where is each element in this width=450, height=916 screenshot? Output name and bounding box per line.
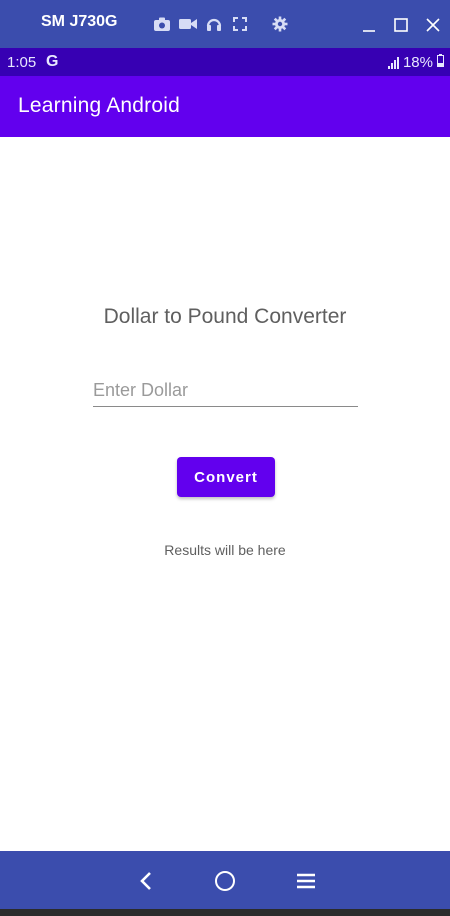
menu-icon[interactable] [293, 868, 319, 894]
google-g-icon: G [46, 53, 59, 70]
page-title: Dollar to Pound Converter [103, 305, 347, 328]
android-status-bar: 1:05 G 18% [0, 48, 450, 76]
status-indicators: 18% [387, 54, 444, 71]
app-title: Learning Android [18, 94, 180, 117]
gear-icon[interactable] [270, 14, 290, 34]
maximize-icon[interactable] [388, 12, 414, 38]
home-icon[interactable] [212, 868, 238, 894]
battery-percent: 18% [402, 54, 433, 71]
video-icon[interactable] [178, 14, 198, 34]
results-text: Results will be here [164, 542, 286, 558]
emulator-toolbar [152, 14, 290, 34]
emulator-title-bar: SM J730G [0, 0, 450, 48]
camera-icon[interactable] [152, 14, 172, 34]
headphones-icon[interactable] [204, 14, 224, 34]
fullscreen-icon[interactable] [230, 14, 250, 34]
device-name: SM J730G [41, 13, 118, 30]
dollar-input[interactable] [93, 375, 358, 407]
signal-icon [387, 56, 399, 69]
convert-button[interactable]: Convert [177, 457, 275, 497]
back-icon[interactable] [133, 868, 159, 894]
window-bottom-edge [0, 909, 450, 916]
window-controls [356, 12, 446, 38]
minimize-icon[interactable] [356, 12, 382, 38]
status-time: 1:05 [7, 54, 37, 71]
app-toolbar: Learning Android [0, 76, 450, 137]
close-icon[interactable] [420, 12, 446, 38]
battery-icon [437, 54, 444, 71]
converter-screen: Dollar to Pound Converter Convert Result… [0, 137, 450, 851]
android-navigation-bar [0, 851, 450, 909]
